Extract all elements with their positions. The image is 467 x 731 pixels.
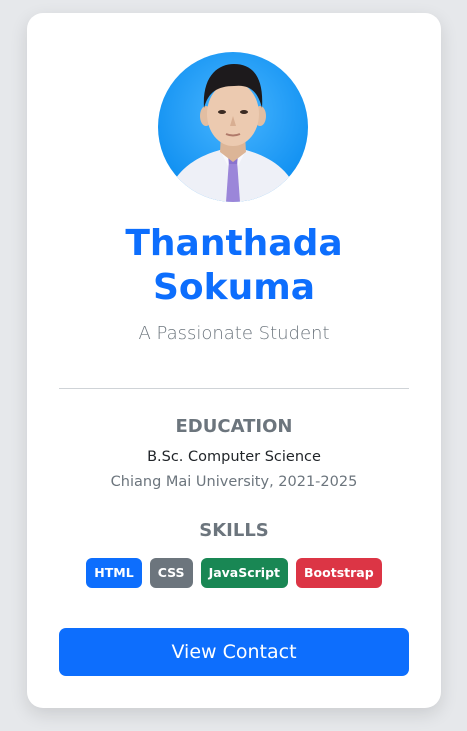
profile-name-last: Sokuma [152,267,316,308]
skill-badge-html: HTML [86,558,142,588]
skill-badge-bootstrap: Bootstrap [296,558,382,588]
skills-badges: HTML CSS JavaScript Bootstrap [27,558,441,588]
profile-name: Thanthada Sokuma [27,222,441,310]
skills-heading: SKILLS [199,520,269,541]
profile-photo [158,52,308,202]
education-degree: B.Sc. Computer Science [147,449,321,465]
portrait-photo-image [158,52,308,202]
skill-badge-css: CSS [149,558,193,588]
profile-tagline: A Passionate Student [138,323,330,344]
profile-card: Thanthada Sokuma A Passionate Student ED… [27,13,441,708]
education-heading: EDUCATION [175,416,293,437]
view-contact-button[interactable]: View Contact [59,628,409,676]
skill-badge-javascript: JavaScript [200,558,289,588]
profile-name-first: Thanthada [125,223,343,264]
section-divider [59,388,409,389]
education-school: Chiang Mai University, 2021-2025 [110,474,358,490]
